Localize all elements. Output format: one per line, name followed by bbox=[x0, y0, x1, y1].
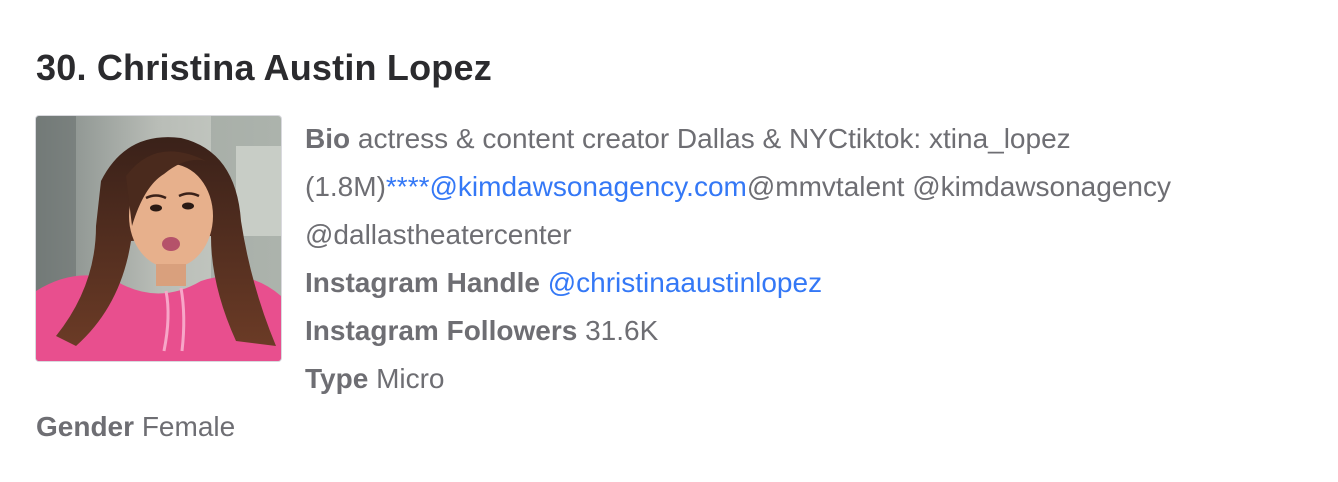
instagram-followers-label: Instagram Followers bbox=[305, 315, 578, 346]
profile-details: Bio actress & content creator Dallas & N… bbox=[305, 115, 1315, 403]
instagram-handle-row: Instagram Handle @christinaaustinlopez bbox=[305, 259, 1315, 307]
bio-line-1: Bio actress & content creator Dallas & N… bbox=[305, 115, 1315, 163]
bio-mentions-text: @mmvtalent @kimdawsonagency bbox=[746, 171, 1171, 202]
type-label: Type bbox=[305, 363, 369, 394]
instagram-handle-link[interactable]: @christinaaustinlopez bbox=[548, 267, 822, 298]
instagram-followers-value: 31.6K bbox=[585, 315, 659, 346]
bio-line-3: @dallastheatercenter bbox=[305, 211, 1315, 259]
influencer-title: 30. Christina Austin Lopez bbox=[36, 47, 492, 88]
gender-value: Female bbox=[141, 411, 236, 442]
instagram-followers-row: Instagram Followers 31.6K bbox=[305, 307, 1315, 355]
gender-label: Gender bbox=[36, 411, 135, 442]
portrait-photo-icon bbox=[36, 116, 281, 361]
bio-email-link[interactable]: ****@kimdawsonagency.com bbox=[386, 171, 747, 202]
bio-mention-text: @dallastheatercenter bbox=[305, 219, 572, 250]
bio-line-2: (1.8M)****@kimdawsonagency.com@mmvtalent… bbox=[305, 163, 1315, 211]
instagram-handle-label: Instagram Handle bbox=[305, 267, 540, 298]
gender-row: Gender Female bbox=[36, 403, 235, 451]
bio-followers-text: (1.8M) bbox=[305, 171, 386, 202]
type-value: Micro bbox=[376, 363, 445, 394]
bio-label: Bio bbox=[305, 123, 351, 154]
type-row: Type Micro bbox=[305, 355, 1315, 403]
profile-photo[interactable] bbox=[35, 115, 282, 362]
bio-text: actress & content creator Dallas & NYCti… bbox=[357, 123, 1071, 154]
